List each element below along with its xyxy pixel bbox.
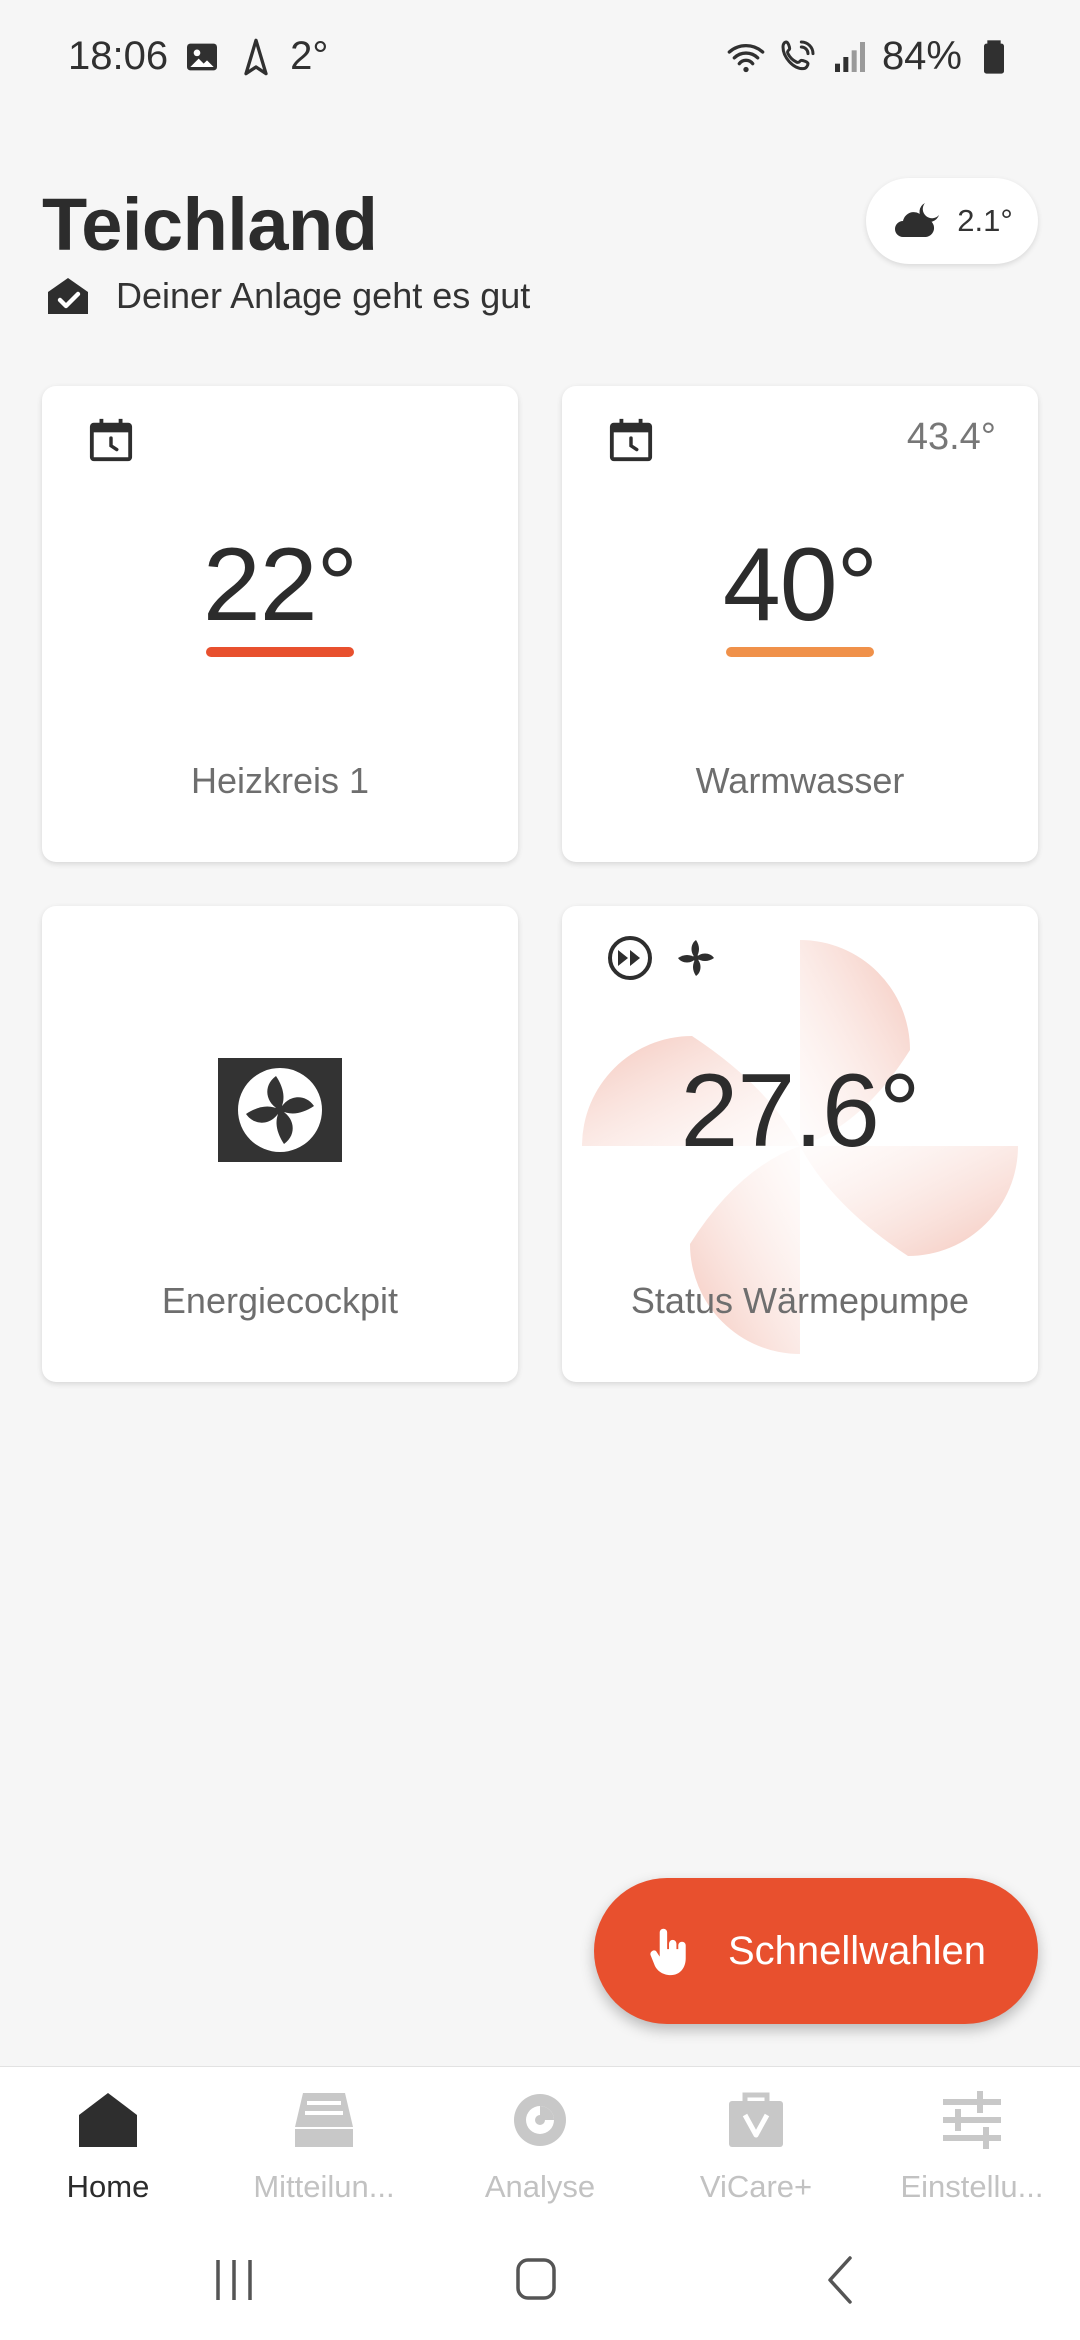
heat-pump-status-icons — [606, 934, 720, 982]
status-bar-right: 84% — [726, 34, 1014, 79]
hot-water-card[interactable]: 43.4° 40° Warmwasser — [562, 386, 1038, 862]
hand-pointer-icon — [646, 1925, 692, 1977]
weather-temp: 2.1° — [957, 203, 1013, 238]
hot-water-current-temp: 43.4° — [906, 416, 996, 458]
wifi-icon — [726, 37, 766, 77]
system-navigation-bar — [0, 2216, 1080, 2340]
recent-apps-icon[interactable] — [204, 2252, 264, 2308]
status-bar: 18:06 2° 84% — [0, 0, 1080, 115]
nav-item-messages[interactable]: Mitteilun... — [216, 2067, 432, 2216]
shopping-bag-icon — [721, 2087, 791, 2153]
heat-pump-status-card[interactable]: 27.6° Status Wärmepumpe — [562, 906, 1038, 1382]
heating-circuit-card[interactable]: 22° Heizkreis 1 — [42, 386, 518, 862]
fan-box-icon — [218, 1058, 342, 1162]
quick-actions-button[interactable]: Schnellwahlen — [594, 1878, 1038, 2024]
nav-item-analysis[interactable]: Analyse — [432, 2067, 648, 2216]
navigation-icon — [236, 37, 276, 77]
status-weather-temp: 2° — [290, 34, 329, 78]
system-status: Deiner Anlage geht es gut — [44, 272, 530, 320]
heating-temp-bar — [206, 647, 354, 657]
signal-icon — [830, 37, 870, 77]
nav-label-home: Home — [66, 2169, 150, 2204]
status-time: 18:06 — [68, 34, 169, 78]
calendar-clock-icon — [608, 416, 654, 464]
system-status-text: Deiner Anlage geht es gut — [116, 275, 531, 316]
nav-item-vicare-plus[interactable]: ViCare+ — [648, 2067, 864, 2216]
wifi-call-icon — [778, 37, 818, 77]
sliders-icon — [937, 2087, 1007, 2153]
battery-percent: 84% — [881, 34, 962, 78]
home-button-icon[interactable] — [506, 2252, 566, 2308]
nav-label-vicare-plus: ViCare+ — [699, 2169, 813, 2204]
heating-circuit-label: Heizkreis 1 — [190, 760, 370, 801]
hot-water-temp-bar — [726, 647, 874, 657]
fan-icon — [672, 934, 720, 982]
calendar-clock-icon — [88, 416, 134, 464]
status-bar-left: 18:06 2° — [68, 34, 328, 79]
house-icon — [73, 2087, 143, 2153]
bottom-navigation: Home Mitteilun... Analyse ViCare+ Einste… — [0, 2066, 1080, 2216]
fast-forward-circle-icon — [606, 934, 654, 982]
nav-item-home[interactable]: Home — [0, 2067, 216, 2216]
weather-button[interactable]: 2.1° — [866, 178, 1038, 264]
nav-label-analysis: Analyse — [484, 2169, 596, 2204]
quick-actions-label: Schnellwahlen — [728, 1928, 986, 1973]
cloud-moon-icon — [891, 199, 943, 243]
analysis-icon — [505, 2087, 575, 2153]
nav-item-settings[interactable]: Einstellu... — [864, 2067, 1080, 2216]
page-title: Teichland — [42, 183, 378, 266]
back-icon[interactable] — [812, 2252, 872, 2308]
battery-icon — [974, 37, 1014, 77]
hot-water-target-temp: 40° — [722, 527, 878, 643]
heat-pump-status-label: Status Wärmepumpe — [630, 1280, 970, 1321]
nav-label-messages: Mitteilun... — [253, 2169, 395, 2204]
heat-pump-temp: 27.6° — [680, 1053, 920, 1169]
heating-target-temp: 22° — [202, 527, 358, 643]
energy-cockpit-label: Energiecockpit — [161, 1280, 399, 1321]
gallery-icon — [182, 37, 222, 77]
house-check-icon — [44, 272, 92, 320]
messages-stack-icon — [289, 2087, 359, 2153]
energy-cockpit-card[interactable]: Energiecockpit — [42, 906, 518, 1382]
nav-label-settings: Einstellu... — [900, 2169, 1044, 2204]
hot-water-label: Warmwasser — [695, 760, 905, 801]
